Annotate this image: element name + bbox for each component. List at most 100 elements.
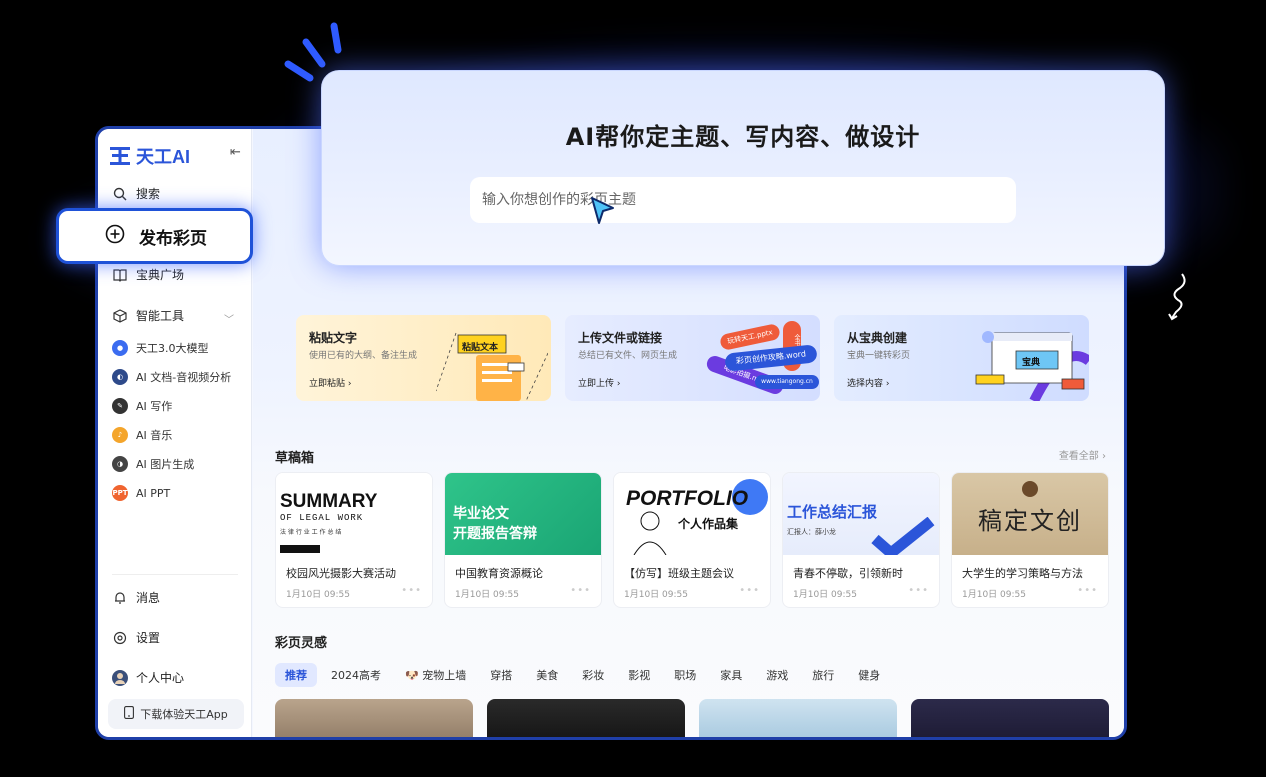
tab-outfit[interactable]: 穿搭 (480, 663, 522, 687)
hero-panel: AI帮你定主题、写内容、做设计 (321, 70, 1165, 266)
from-plaza-card[interactable]: 从宝典创建 宝典一键转彩页 选择内容 › 宝典 (834, 315, 1089, 401)
draft-card[interactable]: 稿定文创 大学生的学习策略与方法 1月10日 09:55 ••• (951, 472, 1109, 608)
sidebar-item-messages[interactable]: 消息 (112, 589, 160, 606)
tab-furniture[interactable]: 家具 (710, 663, 752, 687)
inspiration-card[interactable] (487, 699, 685, 737)
publish-button-label: 发布彩页 (139, 228, 207, 249)
inspiration-card[interactable] (911, 699, 1109, 737)
plaza-tag: 宝典 (1022, 358, 1041, 368)
avatar (112, 669, 128, 686)
card-subtitle: 宝典一键转彩页 (847, 351, 911, 361)
music-icon: ♪ (112, 427, 128, 443)
draft-date: 1月10日 09:55 (793, 590, 857, 600)
thumb-subtitle: OF LEGAL WORK (280, 513, 364, 523)
thumb-subtitle: 开题报告答辩 (453, 526, 537, 542)
drafts-section-title: 草稿箱 (275, 451, 315, 466)
tool-item-writing[interactable]: ✎ AI 写作 (112, 398, 172, 414)
file-tag: www.tiangong.cn (755, 375, 819, 389)
tab-film[interactable]: 影视 (618, 663, 660, 687)
more-options-icon[interactable]: ••• (739, 585, 760, 596)
more-options-icon[interactable]: ••• (401, 585, 422, 596)
inspiration-tabs: 推荐 2024高考 🐶 宠物上墙 穿搭 美食 彩妆 影视 职场 家具 游戏 旅行… (275, 663, 894, 687)
tool-label: AI 文档-音视频分析 (136, 371, 232, 384)
sidebar-item-tools[interactable]: 智能工具 (112, 307, 184, 324)
collapse-sidebar-icon[interactable]: ⇤ (230, 145, 241, 160)
tool-item-ppt[interactable]: PPT AI PPT (112, 485, 170, 501)
tab-work[interactable]: 职场 (664, 663, 706, 687)
file-tag: 彩页创作攻略.word (724, 344, 818, 372)
draft-thumbnail: PORTFOLIO 个人作品集 (614, 473, 770, 555)
mouse-cursor-icon (591, 197, 614, 224)
draft-date: 1月10日 09:55 (455, 590, 519, 600)
draft-date: 1月10日 09:55 (286, 590, 350, 600)
tab-food[interactable]: 美食 (526, 663, 568, 687)
thumb-title: 毕业论文 (453, 506, 509, 522)
card-title: 粘贴文字 (309, 331, 358, 345)
thumb-bar (280, 545, 320, 553)
sidebar-item-search[interactable]: 搜索 (112, 185, 160, 202)
sidebar-divider (112, 574, 238, 575)
tab-fitness[interactable]: 健身 (848, 663, 890, 687)
sidebar-item-label: 设置 (136, 631, 161, 645)
plus-circle-icon (105, 224, 125, 248)
publish-button[interactable]: 发布彩页 (56, 208, 253, 264)
tool-item-tiangong[interactable]: ● 天工3.0大模型 (112, 340, 209, 356)
tab-gaokao[interactable]: 2024高考 (321, 663, 391, 687)
draft-card[interactable]: PORTFOLIO 个人作品集 【仿写】班级主题会议 1月10日 09:55 •… (613, 472, 771, 608)
draft-card[interactable]: 毕业论文 开题报告答辩 中国教育资源概论 1月10日 09:55 ••• (444, 472, 602, 608)
sidebar-item-plaza[interactable]: 宝典广场 (112, 266, 184, 283)
chevron-down-icon[interactable]: ﹀ (224, 311, 234, 326)
card-subtitle: 使用已有的大纲、备注生成 (309, 351, 418, 361)
tab-recommend[interactable]: 推荐 (275, 663, 317, 687)
draft-card[interactable]: SUMMARY OF LEGAL WORK 法 律 行 业 工 作 总 结 校园… (275, 472, 433, 608)
select-content-link[interactable]: 选择内容 › (847, 376, 889, 389)
person-sketch-icon (633, 511, 667, 555)
inspiration-card[interactable] (275, 699, 473, 737)
draft-thumbnail: 稿定文创 (952, 473, 1108, 555)
sidebar-item-label: 搜索 (136, 187, 161, 201)
inspiration-section-title: 彩页灵感 (275, 636, 328, 651)
tool-item-music[interactable]: ♪ AI 音乐 (112, 427, 172, 443)
tool-label: AI PPT (136, 486, 171, 500)
more-options-icon[interactable]: ••• (908, 585, 929, 596)
more-options-icon[interactable]: ••• (1077, 585, 1098, 596)
see-all-link[interactable]: 查看全部 › (1059, 447, 1106, 462)
tab-games[interactable]: 游戏 (756, 663, 798, 687)
book-icon (112, 267, 128, 283)
draft-name: 校园风光摄影大赛活动 (286, 567, 396, 580)
hero-title: AI帮你定主题、写内容、做设计 (565, 123, 921, 151)
image-gen-icon: ◑ (112, 456, 128, 472)
brand-logo[interactable]: 天工AI (110, 143, 190, 169)
draft-card[interactable]: 工作总结汇报 汇报人：薛小龙 青春不停歇，引领新时 1月10日 09:55 ••… (782, 472, 940, 608)
tool-item-doc[interactable]: ◐ AI 文档-音视频分析 (112, 369, 231, 385)
tab-pets[interactable]: 🐶 宠物上墙 (395, 663, 476, 687)
writing-icon: ✎ (112, 398, 128, 414)
squiggle-decoration (1168, 273, 1186, 321)
upload-file-card[interactable]: 上传文件或链接 总结已有文件、网页生成 立即上传 › 玩转天工.pptx 全书.… (565, 315, 820, 401)
draft-date: 1月10日 09:55 (962, 590, 1026, 600)
more-options-icon[interactable]: ••• (570, 585, 591, 596)
gear-icon (112, 630, 128, 646)
sidebar-item-profile[interactable]: 个人中心 (112, 669, 184, 686)
tool-label: AI 图片生成 (136, 458, 195, 471)
thumb-title: 工作总结汇报 (787, 503, 878, 521)
sidebar-item-settings[interactable]: 设置 (112, 629, 160, 646)
draft-thumbnail: 工作总结汇报 汇报人：薛小龙 (783, 473, 939, 555)
tool-item-image[interactable]: ◑ AI 图片生成 (112, 456, 194, 472)
draft-name: 青春不停歇，引领新时 (793, 567, 903, 580)
tab-travel[interactable]: 旅行 (802, 663, 844, 687)
tool-label: AI 音乐 (136, 429, 173, 442)
download-app-button[interactable]: 下载体验天工App (108, 699, 244, 729)
upload-now-link[interactable]: 立即上传 › (578, 376, 620, 389)
thumb-caption: 法 律 行 业 工 作 总 结 (280, 529, 342, 536)
topic-input[interactable] (470, 177, 1016, 223)
ppt-icon: PPT (112, 485, 128, 501)
tab-makeup[interactable]: 彩妆 (572, 663, 614, 687)
paste-now-link[interactable]: 立即粘贴 › (309, 376, 351, 389)
check-icon (871, 517, 935, 555)
thumb-title: 稿定文创 (978, 507, 1082, 535)
inspiration-card[interactable] (699, 699, 897, 737)
paste-text-card[interactable]: 粘贴文字 使用已有的大纲、备注生成 立即粘贴 › 粘贴文本 (296, 315, 551, 401)
paste-tag: 粘贴文本 (462, 343, 499, 353)
card-title: 从宝典创建 (847, 331, 908, 345)
